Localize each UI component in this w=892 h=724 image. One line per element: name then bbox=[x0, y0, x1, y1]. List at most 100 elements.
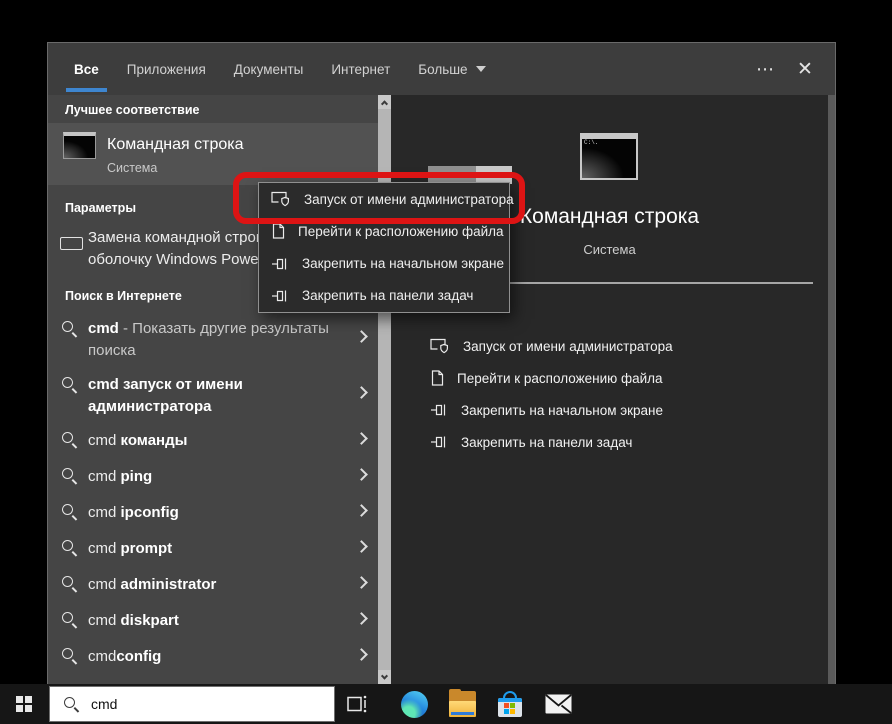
suggestion-query-line2: администратора bbox=[88, 398, 211, 415]
tab-more[interactable]: Больше bbox=[416, 43, 487, 95]
search-icon bbox=[61, 539, 78, 556]
scroll-down-button[interactable] bbox=[378, 670, 391, 684]
suggestion-text: cmd - Показать другие результаты поиска bbox=[88, 318, 329, 361]
annotation-highlight bbox=[233, 172, 525, 224]
chevron-right-icon[interactable] bbox=[355, 504, 368, 517]
mail-button[interactable] bbox=[534, 684, 582, 724]
chevron-right-icon[interactable] bbox=[355, 386, 368, 399]
action-open-file-location[interactable]: Перейти к расположению файла bbox=[430, 366, 663, 390]
chevron-right-icon[interactable] bbox=[355, 330, 368, 343]
shield-window-icon bbox=[430, 338, 450, 354]
section-header-settings: Параметры bbox=[65, 201, 136, 215]
section-header-best-match: Лучшее соответствие bbox=[65, 103, 199, 117]
search-icon bbox=[61, 647, 78, 664]
menu-item-pin-to-start[interactable]: Закрепить на начальном экране bbox=[259, 248, 509, 280]
chevron-right-icon[interactable] bbox=[355, 468, 368, 481]
action-label: Перейти к расположению файла bbox=[457, 371, 663, 386]
chevron-up-icon bbox=[381, 100, 388, 107]
microsoft-store-button[interactable] bbox=[486, 684, 534, 724]
web-suggestion-cmd-administrator[interactable]: cmd administrator bbox=[48, 566, 378, 602]
suggestion-text: cmd ipconfig bbox=[88, 502, 179, 524]
suggestion-text: cmd administrator bbox=[88, 574, 216, 596]
tab-web-label: Интернет bbox=[331, 62, 390, 77]
menu-item-label: Перейти к расположению файла bbox=[298, 224, 504, 239]
task-view-button[interactable] bbox=[335, 684, 379, 724]
chevron-down-icon bbox=[381, 672, 388, 679]
display-icon bbox=[60, 237, 83, 250]
menu-item-pin-to-taskbar[interactable]: Закрепить на панели задач bbox=[259, 280, 509, 312]
chevron-down-icon bbox=[476, 66, 486, 72]
web-suggestion-cmd-prompt[interactable]: cmd prompt bbox=[48, 530, 378, 566]
chevron-right-icon[interactable] bbox=[355, 540, 368, 553]
search-tab-bar: Все Приложения Документы Интернет Больше… bbox=[48, 43, 835, 95]
ellipsis-icon: ⋯ bbox=[756, 59, 774, 80]
web-suggestion-cmd-run-admin[interactable]: cmd запуск от имени администратора bbox=[48, 366, 378, 422]
windows-search-panel: Все Приложения Документы Интернет Больше… bbox=[48, 43, 835, 684]
start-button[interactable] bbox=[0, 684, 48, 724]
close-icon: ✕ bbox=[797, 58, 813, 81]
chevron-right-icon[interactable] bbox=[355, 648, 368, 661]
file-location-icon bbox=[271, 223, 285, 239]
tab-more-label: Больше bbox=[418, 62, 467, 77]
pin-icon bbox=[271, 257, 289, 271]
suggestion-query: cmd запуск от имени bbox=[88, 376, 243, 393]
mail-envelope-icon bbox=[545, 694, 572, 714]
menu-item-label: Закрепить на панели задач bbox=[302, 288, 473, 303]
tab-apps-label: Приложения bbox=[127, 62, 206, 77]
suggestion-query: cmd bbox=[88, 320, 119, 337]
suggestion-hint-line2: поиска bbox=[88, 342, 136, 359]
taskbar-search-box[interactable]: cmd bbox=[49, 686, 335, 722]
suggestion-text: cmd diskpart bbox=[88, 610, 179, 632]
web-suggestion-cmdconfig[interactable]: cmdconfig bbox=[48, 638, 378, 674]
web-suggestion-cmd[interactable]: cmd - Показать другие результаты поиска bbox=[48, 310, 378, 366]
tab-all-label: Все bbox=[74, 62, 99, 77]
action-pin-to-start[interactable]: Закрепить на начальном экране bbox=[430, 398, 663, 422]
desktop: Все Приложения Документы Интернет Больше… bbox=[0, 0, 892, 724]
scroll-up-button[interactable] bbox=[378, 95, 391, 109]
edge-button[interactable] bbox=[390, 684, 438, 724]
web-suggestion-cmd-komandy[interactable]: cmd команды bbox=[48, 422, 378, 458]
search-icon bbox=[61, 575, 78, 592]
best-match-title: Командная строка bbox=[107, 136, 244, 154]
more-options-button[interactable]: ⋯ bbox=[745, 43, 785, 95]
search-icon bbox=[63, 696, 80, 713]
close-button[interactable]: ✕ bbox=[785, 43, 825, 95]
best-match-subtitle: Система bbox=[107, 161, 157, 175]
suggestion-hint: - Показать другие результаты bbox=[119, 320, 329, 337]
cmd-window-icon bbox=[63, 132, 96, 159]
section-header-web-search: Поиск в Интернете bbox=[65, 289, 182, 303]
file-explorer-button[interactable] bbox=[438, 684, 486, 724]
chevron-right-icon[interactable] bbox=[355, 612, 368, 625]
action-run-as-admin[interactable]: Запуск от имени администратора bbox=[430, 334, 673, 358]
pin-icon bbox=[430, 403, 448, 417]
chevron-right-icon[interactable] bbox=[355, 432, 368, 445]
tab-all[interactable]: Все bbox=[72, 43, 101, 95]
chevron-right-icon[interactable] bbox=[355, 576, 368, 589]
cmd-window-icon-large bbox=[580, 133, 638, 180]
pin-icon bbox=[271, 289, 289, 303]
suggestion-text: cmdconfig bbox=[88, 646, 161, 668]
search-icon bbox=[61, 431, 78, 448]
web-suggestion-cmd-diskpart[interactable]: cmd diskpart bbox=[48, 602, 378, 638]
suggestion-text: cmd запуск от имени администратора bbox=[88, 374, 243, 417]
taskbar: cmd bbox=[0, 684, 892, 724]
panel-edge bbox=[828, 95, 835, 684]
search-icon bbox=[61, 503, 78, 520]
search-icon bbox=[61, 320, 78, 337]
tab-web[interactable]: Интернет bbox=[329, 43, 392, 95]
tab-documents[interactable]: Документы bbox=[232, 43, 306, 95]
store-bag-icon bbox=[498, 691, 522, 718]
menu-item-label: Закрепить на начальном экране bbox=[302, 256, 504, 271]
web-suggestion-cmd-ipconfig[interactable]: cmd ipconfig bbox=[48, 494, 378, 530]
web-suggestion-cmd-ping[interactable]: cmd ping bbox=[48, 458, 378, 494]
search-icon bbox=[61, 467, 78, 484]
edge-browser-icon bbox=[401, 691, 428, 718]
search-icon bbox=[61, 376, 78, 393]
tab-documents-label: Документы bbox=[234, 62, 304, 77]
action-label: Закрепить на начальном экране bbox=[461, 403, 663, 418]
action-pin-to-taskbar[interactable]: Закрепить на панели задач bbox=[430, 430, 632, 454]
pin-icon bbox=[430, 435, 448, 449]
task-view-icon bbox=[346, 695, 368, 714]
tab-apps[interactable]: Приложения bbox=[125, 43, 208, 95]
search-icon bbox=[61, 611, 78, 628]
